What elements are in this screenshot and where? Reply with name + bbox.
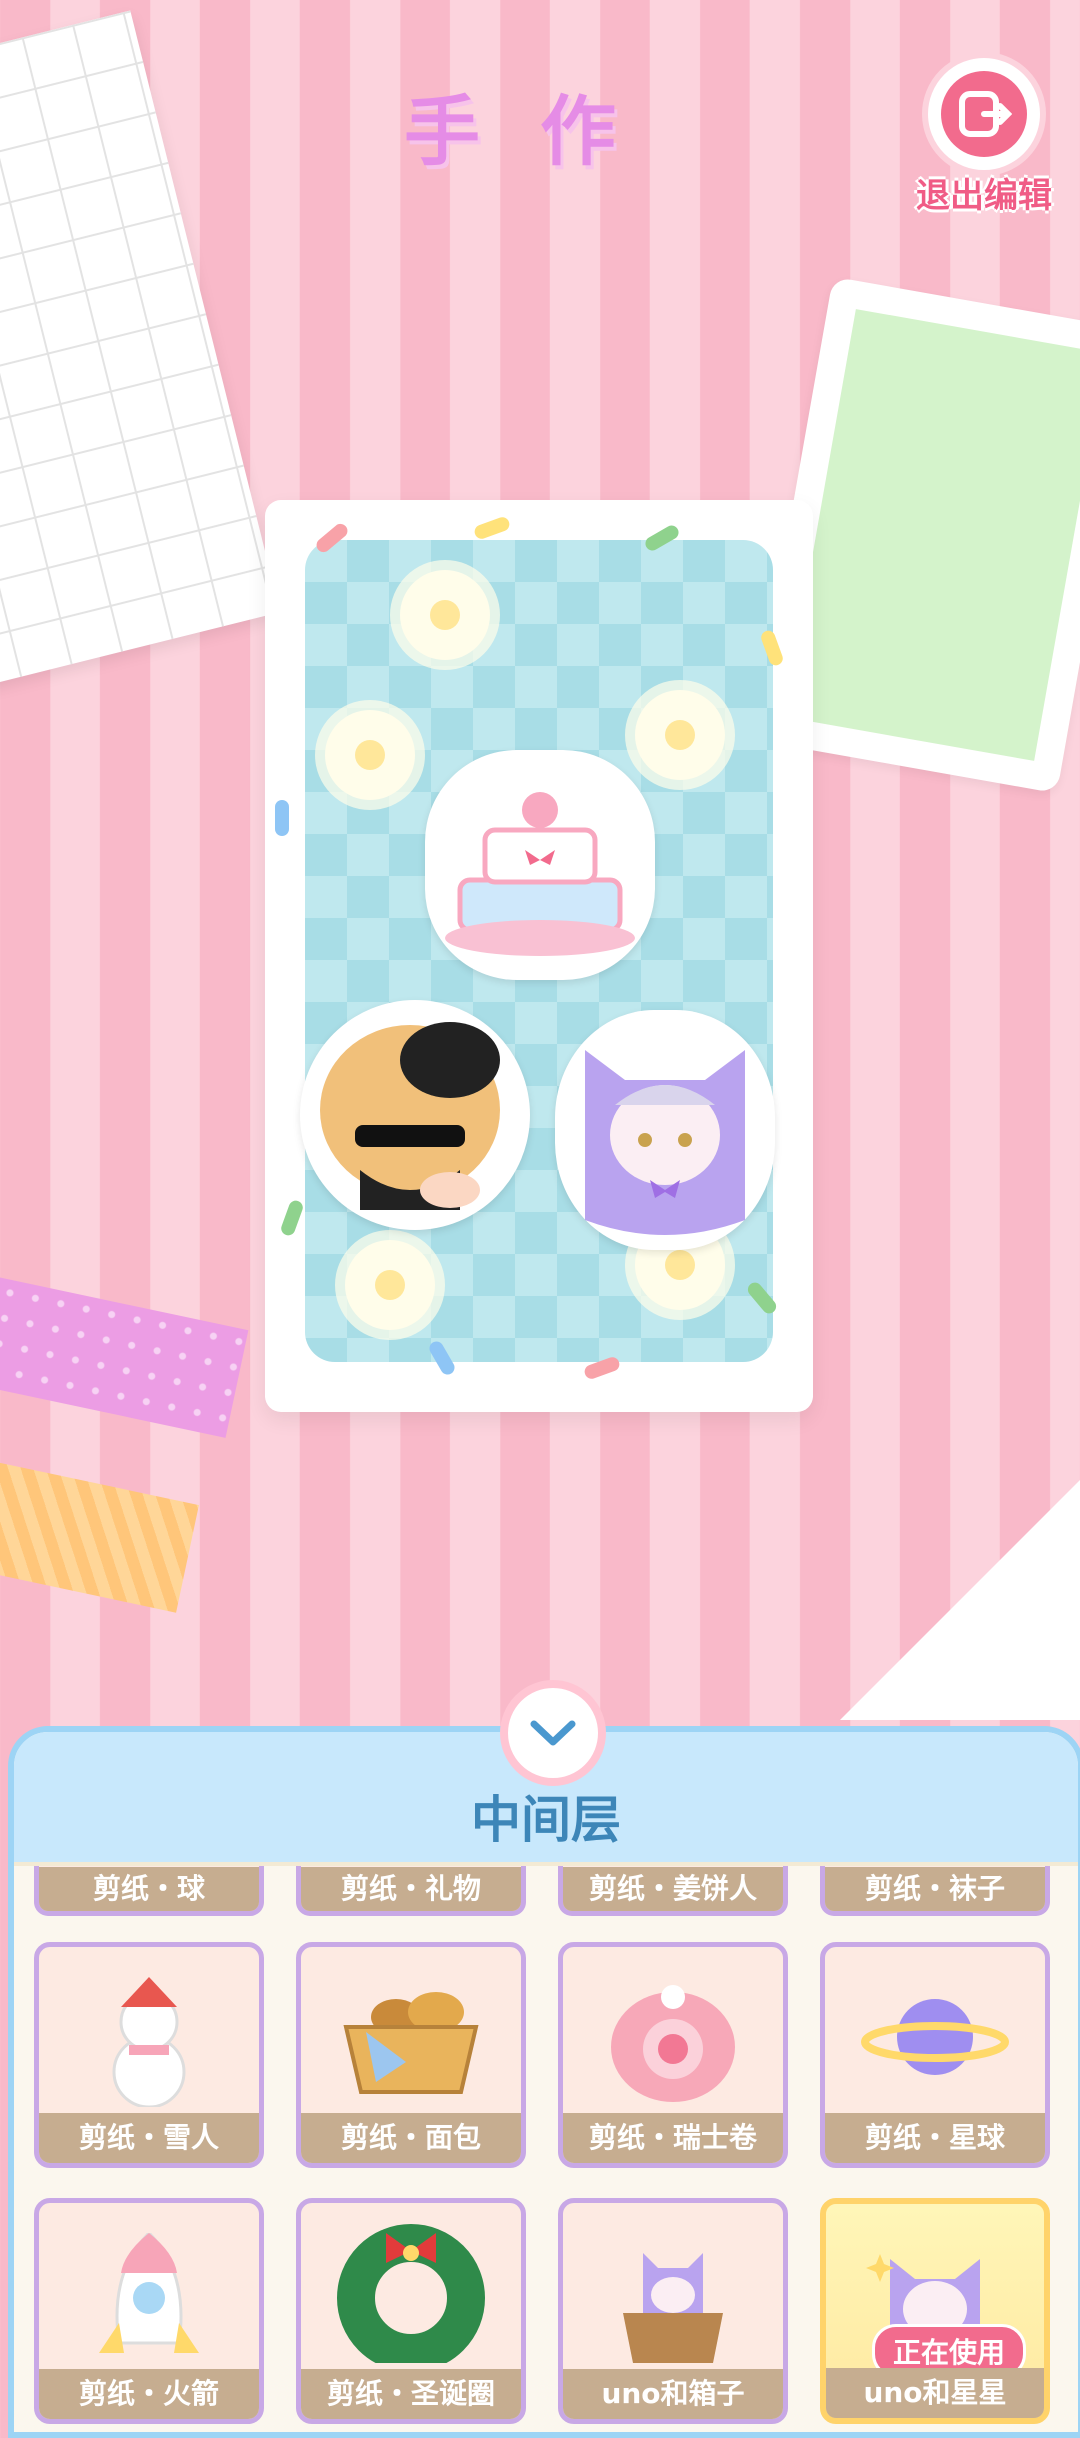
- item-tile[interactable]: 剪纸・礼物: [296, 1866, 526, 1916]
- item-label: 剪纸・球: [39, 1867, 259, 1911]
- uno-box-icon: [623, 2253, 723, 2363]
- item-label: 剪纸・袜子: [825, 1867, 1045, 1911]
- purple-character-icon: [585, 1050, 745, 1235]
- flower-decoration: [345, 1240, 435, 1330]
- wreath-icon: [337, 2224, 485, 2363]
- boy-character-icon: [320, 1022, 500, 1210]
- confetti-decoration: [840, 1480, 1080, 1720]
- bread-basket-icon: [343, 1992, 479, 2094]
- item-label: 剪纸・面包: [301, 2113, 521, 2163]
- rocket-icon: [99, 2233, 199, 2353]
- tape-decoration: [0, 1457, 199, 1613]
- panel-title: 中间层: [471, 1791, 621, 1849]
- item-label: 剪纸・雪人: [39, 2113, 259, 2163]
- item-tile[interactable]: 剪纸・火箭: [34, 2198, 264, 2424]
- item-label: 剪纸・圣诞圈: [301, 2369, 521, 2419]
- planet-icon: [861, 1999, 1009, 2075]
- sprinkle: [275, 800, 289, 836]
- layer-panel: 中间层 剪纸・球 剪纸・礼物 剪纸・姜饼人 剪纸・袜子 剪纸・雪人 剪纸・面包 …: [8, 1726, 1080, 2438]
- item-tile[interactable]: 剪纸・姜饼人: [558, 1866, 788, 1916]
- item-tile[interactable]: 剪纸・球: [34, 1866, 264, 1916]
- item-label: uno和箱子: [563, 2369, 783, 2419]
- cake-icon: [445, 792, 635, 956]
- craft-card[interactable]: [265, 500, 813, 1412]
- tape-decoration: [0, 1272, 249, 1438]
- swiss-roll-icon: [611, 1985, 735, 2102]
- item-tile[interactable]: 剪纸・袜子: [820, 1866, 1050, 1916]
- item-tile[interactable]: 剪纸・圣诞圈: [296, 2198, 526, 2424]
- flower-decoration: [325, 710, 415, 800]
- item-label: 剪纸・瑞士卷: [563, 2113, 783, 2163]
- item-label: uno和星星: [826, 2368, 1044, 2418]
- item-tile[interactable]: 剪纸・星球: [820, 1942, 1050, 2168]
- character-sticker-purple[interactable]: [555, 1010, 775, 1250]
- item-tile-selected[interactable]: 正在使用 uno和星星: [820, 2198, 1050, 2424]
- item-tile[interactable]: 剪纸・雪人: [34, 1942, 264, 2168]
- item-tile[interactable]: uno和箱子: [558, 2198, 788, 2424]
- item-label: 剪纸・姜饼人: [563, 1867, 783, 1911]
- sprinkle: [472, 515, 512, 541]
- flower-decoration: [400, 570, 490, 660]
- item-label: 剪纸・礼物: [301, 1867, 521, 1911]
- item-label: 剪纸・火箭: [39, 2369, 259, 2419]
- item-tile[interactable]: 剪纸・面包: [296, 1942, 526, 2168]
- snowman-icon: [112, 1977, 186, 2107]
- collapse-panel-button[interactable]: [500, 1680, 606, 1786]
- exit-edit-button[interactable]: 退出编辑: [914, 52, 1054, 217]
- item-label: 剪纸・星球: [825, 2113, 1045, 2163]
- character-sticker-boy[interactable]: [300, 1000, 530, 1230]
- exit-edit-label: 退出编辑: [916, 176, 1052, 216]
- cake-sticker[interactable]: [425, 750, 655, 980]
- exit-icon: [941, 71, 1027, 157]
- chevron-down-icon: [530, 1720, 576, 1746]
- item-tile[interactable]: 剪纸・瑞士卷: [558, 1942, 788, 2168]
